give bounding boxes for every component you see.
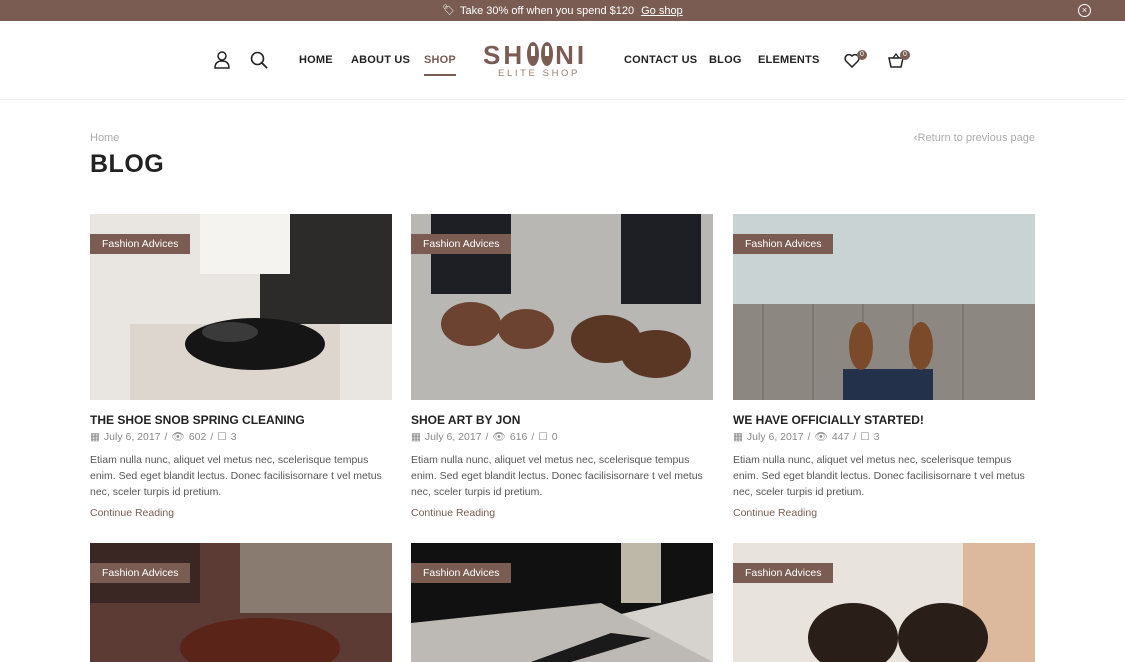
continue-reading-link[interactable]: Continue Reading [733,507,1035,519]
nav-home[interactable]: HOME [299,54,333,66]
post-image[interactable]: Fashion Advices [90,543,392,662]
search-icon[interactable] [250,51,268,69]
post-image[interactable]: Fashion Advices [411,543,713,662]
nav-shop[interactable]: SHOP [424,54,456,76]
post-views: 447 [831,430,850,443]
post-meta: ▦ July 6, 2017 / 👁 447 / ☐ 3 [733,430,1035,444]
site-logo[interactable]: SH NI ELITE SHOP [483,41,595,85]
continue-reading-link[interactable]: Continue Reading [90,507,392,519]
meta-separator: / [485,430,489,443]
comment-icon: ☐ [217,430,227,443]
close-icon[interactable]: × [1078,4,1091,17]
blog-card: Fashion Advices [90,543,392,662]
category-badge[interactable]: Fashion Advices [411,563,512,583]
blog-card: Fashion Advices [411,543,713,662]
meta-separator: / [531,430,535,443]
meta-separator: / [164,430,168,443]
user-icon[interactable] [214,51,230,69]
back-link[interactable]: ‹Return to previous page [914,132,1035,144]
page-title: BLOG [90,150,165,178]
post-image[interactable]: Fashion Advices [411,214,713,400]
comment-icon: ☐ [538,430,548,443]
calendar-icon: ▦ [411,430,421,443]
category-badge[interactable]: Fashion Advices [411,234,512,254]
logo-subtitle: ELITE SHOP [498,68,580,79]
calendar-icon: ▦ [90,430,100,443]
post-date: July 6, 2017 [746,430,804,443]
shoe-logo-icon [527,42,554,66]
post-title[interactable]: THE SHOE SNOB SPRING CLEANING [90,413,392,427]
post-views: 602 [188,430,207,443]
post-excerpt: Etiam nulla nunc, aliquet vel metus nec,… [411,454,703,498]
category-badge[interactable]: Fashion Advices [90,234,191,254]
nav-elements[interactable]: ELEMENTS [758,54,820,66]
blog-card: Fashion Advices THE SHOE SNOB SPRING CLE… [90,214,392,519]
post-image-graphic [90,543,392,662]
category-badge[interactable]: Fashion Advices [733,234,834,254]
tag-icon: 🏷 [442,5,455,16]
post-image[interactable]: Fashion Advices [90,214,392,400]
meta-separator: / [210,430,214,443]
post-excerpt: Etiam nulla nunc, aliquet vel metus nec,… [733,454,1025,498]
logo-word-left: SH [483,40,526,70]
meta-separator: / [807,430,811,443]
blog-card: Fashion Advices WE HAVE OFFICIALLY START… [733,214,1035,519]
cart-count-badge: 0 [900,50,910,60]
calendar-icon: ▦ [733,430,743,443]
eye-icon: 👁 [171,431,185,443]
post-image[interactable]: Fashion Advices [733,214,1035,400]
post-views: 616 [509,430,528,443]
nav-blog[interactable]: BLOG [709,54,742,66]
blog-card: Fashion Advices [733,543,1035,662]
post-title[interactable]: SHOE ART BY JON [411,413,713,427]
post-comments: 0 [551,430,558,443]
promo-bar: 🏷 Take 30% off when you spend $120 Go sh… [0,0,1125,21]
eye-icon: 👁 [492,431,506,443]
post-title[interactable]: WE HAVE OFFICIALLY STARTED! [733,413,1035,427]
post-image-graphic [411,543,713,662]
meta-separator: / [853,430,857,443]
site-header: HOME ABOUT US SHOP SH NI ELITE SHOP CONT… [0,21,1125,100]
promo-text: Take 30% off when you spend $120 [460,4,635,17]
continue-reading-link[interactable]: Continue Reading [411,507,713,519]
category-badge[interactable]: Fashion Advices [733,563,834,583]
nav-contact[interactable]: CONTACT US [624,54,697,66]
promo-link[interactable]: Go shop [641,5,683,17]
comment-icon: ☐ [860,430,870,443]
post-comments: 3 [230,430,237,443]
breadcrumb-home[interactable]: Home [90,132,119,144]
post-image-graphic [733,543,1035,662]
blog-card: Fashion Advices SHOE ART BY JON ▦ July 6… [411,214,713,519]
back-link-label: Return to previous page [917,132,1035,144]
post-meta: ▦ July 6, 2017 / 👁 616 / ☐ 0 [411,430,713,444]
post-excerpt: Etiam nulla nunc, aliquet vel metus nec,… [90,454,382,498]
post-comments: 3 [873,430,880,443]
nav-about[interactable]: ABOUT US [351,54,410,66]
wishlist-count-badge: 0 [857,50,867,60]
post-date: July 6, 2017 [424,430,482,443]
post-date: July 6, 2017 [103,430,161,443]
category-badge[interactable]: Fashion Advices [90,563,191,583]
post-meta: ▦ July 6, 2017 / 👁 602 / ☐ 3 [90,430,392,444]
post-image[interactable]: Fashion Advices [733,543,1035,662]
logo-word-right: NI [555,40,588,70]
eye-icon: 👁 [814,431,828,443]
